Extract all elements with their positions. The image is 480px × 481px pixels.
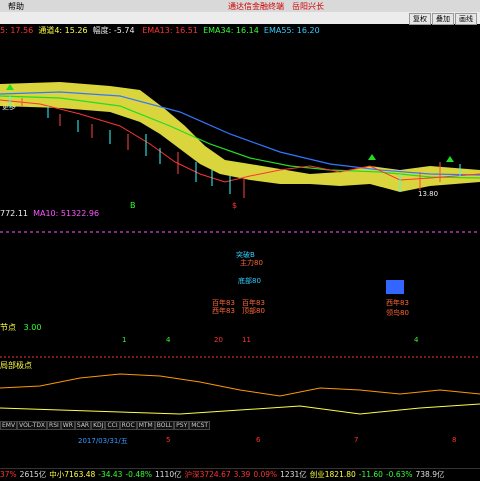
volume-chart	[0, 231, 480, 233]
signal-highlight	[386, 280, 404, 294]
sell-marker: $	[232, 201, 237, 210]
status-item: -11.60	[358, 470, 383, 479]
extreme-line-2	[0, 403, 480, 415]
month-6: 6	[256, 436, 261, 444]
volume-value: 772.11	[0, 209, 28, 218]
signal-label-3: 底部80	[238, 277, 261, 285]
status-item: 1231亿	[280, 470, 307, 479]
volume-legend: 772.11 MA10: 51322.96	[0, 209, 99, 218]
node-number: 11	[242, 336, 251, 344]
overlay-button[interactable]: 叠加	[432, 13, 454, 25]
status-item: -34.43	[98, 470, 123, 479]
status-item: -0.48%	[125, 470, 153, 479]
date-label: 2017/03/31/五	[78, 437, 128, 445]
status-item: 1110亿	[155, 470, 182, 479]
status-item: 37%	[0, 470, 17, 479]
indicator-tabs: EMV VOL-TDX RSI WR SAR KDJ CCI ROC MTM BOLL PSY MCS…	[0, 420, 480, 430]
buy-label: B	[130, 201, 136, 210]
tab-psy[interactable]: PSY	[174, 421, 190, 430]
status-item: 中小7163.48	[49, 470, 96, 479]
price-chart: $ B 13.80	[0, 82, 480, 210]
signal-label-7: 顶部80	[242, 307, 265, 315]
status-item: 沪深3724.67	[184, 470, 231, 479]
month-8: 8	[452, 436, 457, 444]
signal-label-2: 主力80	[240, 259, 263, 267]
tab-sar[interactable]: SAR	[74, 421, 92, 430]
status-bar: 37% 2615亿 中小7163.48 -34.43 -0.48% 1110亿 沪深3724…	[0, 468, 480, 481]
node-chart: 1 4 20 11 4	[0, 336, 480, 358]
window-buttons: 复权 叠加 画线	[408, 13, 477, 25]
draw-line-button[interactable]: 画线	[455, 13, 477, 25]
node-number: 4	[414, 336, 419, 344]
status-item: 738.9亿	[415, 470, 445, 479]
window-title: 通达信金融终端 岳阳兴长	[228, 2, 324, 11]
low-price-label: 13.80	[418, 190, 438, 198]
tab-mtm[interactable]: MTM	[136, 421, 155, 430]
status-item: 创业1821.80	[309, 470, 356, 479]
node-title: 节点	[0, 323, 16, 332]
status-item: 3.39	[233, 470, 251, 479]
tab-mcst[interactable]: MCST	[189, 421, 211, 430]
signal-label-9: 领鸟80	[386, 309, 409, 317]
month-7: 7	[354, 436, 359, 444]
extreme-line	[0, 373, 480, 397]
local-extreme-chart	[0, 373, 480, 415]
node-number: 1	[122, 336, 126, 344]
month-5: 5	[166, 436, 171, 444]
restore-rights-button[interactable]: 复权	[409, 13, 431, 25]
signal-label-5: 西年83	[212, 307, 235, 315]
tab-rsi[interactable]: RSI	[47, 421, 61, 430]
signal-label-8: 西年83	[386, 299, 409, 307]
tab-roc[interactable]: ROC	[119, 421, 137, 430]
node-number: 20	[214, 336, 223, 344]
tab-boll[interactable]: BOLL	[154, 421, 175, 430]
status-item: 0.09%	[253, 470, 278, 479]
tab-wr[interactable]: WR	[60, 421, 75, 430]
tab-kdj[interactable]: KDJ	[91, 421, 106, 430]
tab-cci[interactable]: CCI	[105, 421, 120, 430]
help-menu[interactable]: 帮助	[8, 1, 24, 12]
tab-emv[interactable]: EMV	[0, 421, 18, 430]
volume-ma10: MA10: 51322.96	[33, 209, 100, 218]
tab-vol-tdx[interactable]: VOL-TDX	[17, 421, 48, 430]
status-item: -0.63%	[385, 470, 413, 479]
menu-bar: 帮助 通达信金融终端 岳阳兴长	[0, 0, 480, 12]
status-item: 2615亿	[19, 470, 47, 479]
node-value: 3.00	[23, 323, 42, 332]
node-number: 4	[166, 336, 171, 344]
